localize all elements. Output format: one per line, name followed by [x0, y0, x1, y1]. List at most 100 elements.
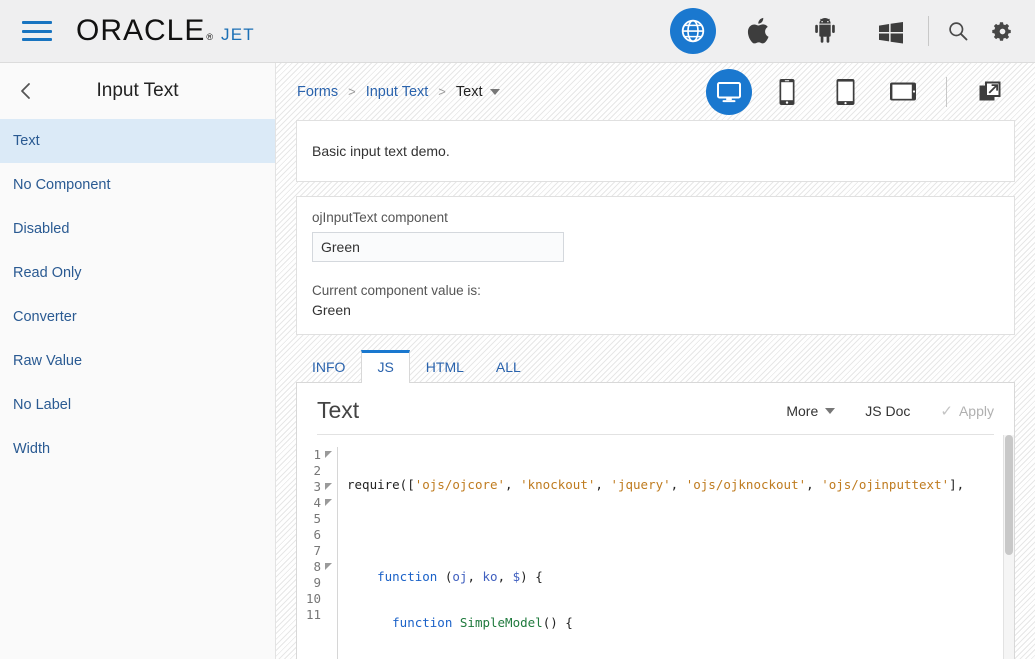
line-number-row[interactable]: 8 — [297, 559, 333, 575]
line-number-row[interactable]: 4 — [297, 495, 333, 511]
line-number-row[interactable]: 1 — [297, 447, 333, 463]
chevron-down-icon[interactable] — [490, 89, 500, 95]
current-value-text: Green — [312, 302, 999, 318]
line-number-gutter: 1 2 3 4 5 6 7 8 9 10 11 — [297, 447, 337, 659]
line-number-row[interactable]: 5 — [297, 511, 333, 527]
apply-label: Apply — [959, 403, 994, 419]
line-number: 5 — [313, 511, 321, 526]
device-phone-button[interactable] — [764, 69, 810, 115]
input-label: ojInputText component — [312, 210, 999, 225]
platform-switcher — [670, 8, 914, 54]
more-label: More — [786, 403, 818, 419]
sidebar-item-converter[interactable]: Converter — [0, 295, 275, 339]
platform-ios-button[interactable] — [736, 8, 782, 54]
tab-label: INFO — [312, 359, 345, 375]
line-number: 8 — [313, 559, 321, 574]
sidebar-item-raw-value[interactable]: Raw Value — [0, 339, 275, 383]
search-button[interactable] — [943, 16, 973, 46]
toolbar-row: Forms > Input Text > Text — [276, 63, 1035, 120]
apply-button[interactable]: ✓ Apply — [940, 402, 994, 420]
header-divider — [928, 16, 929, 46]
hamburger-bar — [22, 30, 52, 33]
fold-toggle-icon[interactable] — [325, 451, 332, 458]
line-number: 7 — [313, 543, 321, 558]
code-scrollbar[interactable] — [1003, 435, 1014, 659]
code-lines[interactable]: require(['ojs/ojcore', 'knockout', 'jque… — [347, 447, 1014, 659]
settings-button[interactable] — [987, 16, 1017, 46]
tab-info[interactable]: INFO — [296, 350, 361, 383]
description-panel: Basic input text demo. — [296, 120, 1015, 182]
breadcrumb-separator: > — [348, 84, 356, 99]
sidebar-item-label: Disabled — [13, 221, 69, 237]
breadcrumb-item-input-text[interactable]: Input Text — [366, 84, 429, 100]
sidebar-item-text[interactable]: Text — [0, 119, 275, 163]
breadcrumb-item-forms[interactable]: Forms — [297, 84, 338, 100]
external-link-icon — [976, 78, 1004, 106]
tab-html[interactable]: HTML — [410, 350, 480, 383]
tab-js[interactable]: JS — [361, 350, 409, 383]
line-number: 11 — [306, 607, 321, 622]
hamburger-icon[interactable] — [22, 21, 52, 41]
device-desktop-button[interactable] — [706, 69, 752, 115]
body-wrap: Input Text Text No Component Disabled Re… — [0, 63, 1035, 659]
line-number-row[interactable]: 11 — [297, 607, 333, 623]
line-number-row[interactable]: 10 — [297, 591, 333, 607]
device-divider — [946, 77, 947, 107]
sidebar-item-disabled[interactable]: Disabled — [0, 207, 275, 251]
platform-web-button[interactable] — [670, 8, 716, 54]
chevron-left-icon[interactable] — [14, 79, 38, 103]
fold-toggle-icon[interactable] — [325, 499, 332, 506]
sidebar-item-read-only[interactable]: Read Only — [0, 251, 275, 295]
line-number-row[interactable]: 9 — [297, 575, 333, 591]
sidebar-item-label: Read Only — [13, 265, 82, 281]
code-line[interactable]: function (oj, ko, $) { — [347, 569, 1014, 585]
line-number: 6 — [313, 527, 321, 542]
js-doc-button[interactable]: JS Doc — [865, 403, 910, 419]
more-button[interactable]: More — [786, 403, 835, 419]
line-number-row[interactable]: 3 — [297, 479, 333, 495]
input-text-field[interactable] — [312, 232, 564, 262]
code-panel-header: Text More JS Doc ✓ Apply — [297, 383, 1014, 434]
line-number-row[interactable]: 7 — [297, 543, 333, 559]
fold-toggle-icon[interactable] — [325, 483, 332, 490]
sidebar-item-width[interactable]: Width — [0, 427, 275, 471]
breadcrumb-separator: > — [438, 84, 446, 99]
sidebar: Input Text Text No Component Disabled Re… — [0, 63, 276, 659]
line-number-row[interactable]: 6 — [297, 527, 333, 543]
sidebar-item-no-label[interactable]: No Label — [0, 383, 275, 427]
brand-oracle-text: ORACLE — [76, 14, 205, 48]
code-scrollbar-thumb[interactable] — [1005, 435, 1013, 555]
device-tablet-portrait-button[interactable] — [822, 69, 868, 115]
platform-android-button[interactable] — [802, 8, 848, 54]
code-line[interactable]: require(['ojs/ojcore', 'knockout', 'jque… — [347, 477, 1014, 493]
device-switcher — [706, 69, 1013, 115]
sidebar-item-no-component[interactable]: No Component — [0, 163, 275, 207]
fold-toggle-icon[interactable] — [325, 563, 332, 570]
app-header: ORACLE ® JET — [0, 0, 1035, 63]
tab-all[interactable]: ALL — [480, 350, 537, 383]
main-content: Forms > Input Text > Text — [276, 63, 1035, 659]
line-number: 10 — [306, 591, 321, 606]
sidebar-item-label: Width — [13, 441, 50, 457]
tablet-portrait-icon — [835, 78, 856, 106]
sidebar-item-label: No Label — [13, 397, 71, 413]
code-line[interactable]: function SimpleModel() { — [347, 615, 1014, 631]
breadcrumb-item-current: Text — [456, 84, 483, 100]
sidebar-item-label: No Component — [13, 177, 111, 193]
brand-logo[interactable]: ORACLE ® JET — [76, 14, 255, 48]
current-value-label: Current component value is: — [312, 283, 999, 298]
open-external-button[interactable] — [967, 69, 1013, 115]
description-text: Basic input text demo. — [312, 143, 450, 159]
chevron-down-icon — [825, 408, 835, 414]
demo-panel: ojInputText component Current component … — [296, 196, 1015, 335]
tab-label: ALL — [496, 359, 521, 375]
search-icon — [947, 20, 969, 42]
windows-icon — [877, 18, 905, 44]
phone-icon — [778, 78, 796, 106]
apple-icon — [746, 16, 773, 46]
device-tablet-landscape-button[interactable] — [880, 69, 926, 115]
code-line[interactable] — [347, 523, 1014, 539]
code-editor[interactable]: 1 2 3 4 5 6 7 8 9 10 11 require(['ojs/oj… — [297, 435, 1014, 659]
platform-windows-button[interactable] — [868, 8, 914, 54]
line-number-row[interactable]: 2 — [297, 463, 333, 479]
